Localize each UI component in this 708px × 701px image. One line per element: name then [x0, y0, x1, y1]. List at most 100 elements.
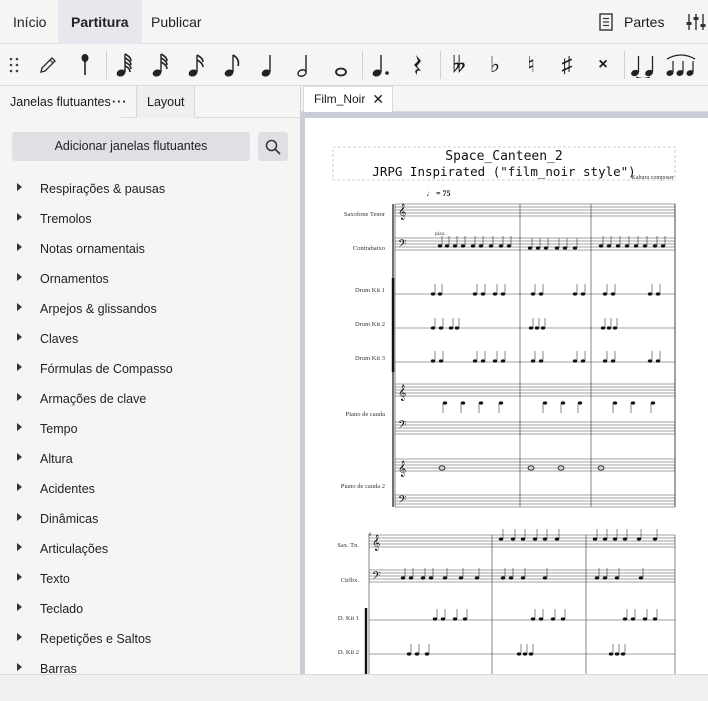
expand-arrow-icon[interactable]	[17, 423, 22, 431]
dotted-note-icon[interactable]	[364, 48, 398, 82]
parts-label: Partes	[624, 14, 665, 30]
64th-note-icon[interactable]	[108, 48, 142, 82]
pencil-icon[interactable]	[31, 48, 65, 82]
note-head	[500, 576, 506, 580]
expand-arrow-icon[interactable]	[17, 633, 22, 641]
palette-item-label: Notas ornamentais	[40, 242, 145, 256]
close-icon[interactable]: ✕	[372, 87, 384, 111]
sharp-icon[interactable]: ♯	[550, 48, 584, 82]
expand-arrow-icon[interactable]	[17, 543, 22, 551]
note-head	[437, 244, 443, 248]
palette-item[interactable]: Dinâmicas	[0, 504, 300, 534]
note-head	[437, 292, 443, 296]
toolbar-divider	[624, 51, 625, 79]
score-subtitle[interactable]: JRPG Inspirated ("film_noir style")	[372, 164, 635, 179]
expand-arrow-icon[interactable]	[17, 573, 22, 581]
note-head	[550, 617, 556, 621]
parts-button[interactable]: Partes	[598, 0, 664, 44]
palette-item[interactable]: Repetições e Saltos	[0, 624, 300, 654]
expand-arrow-icon[interactable]	[17, 453, 22, 461]
slur-icon[interactable]	[664, 48, 698, 82]
note-head	[532, 537, 538, 541]
mixer-button[interactable]	[686, 0, 706, 44]
natural-icon[interactable]: ♮	[514, 48, 548, 82]
tie-icon[interactable]	[626, 48, 660, 82]
palette-item[interactable]: Respirações & pausas	[0, 174, 300, 204]
score-title[interactable]: Space_Canteen_2	[445, 149, 562, 164]
expand-arrow-icon[interactable]	[17, 483, 22, 491]
flat-icon[interactable]: ♭	[478, 48, 512, 82]
tab-inicio[interactable]: Início	[0, 0, 59, 44]
note-head	[652, 617, 658, 621]
staff-label: Sax. Tn.	[337, 542, 359, 549]
status-bar	[0, 674, 708, 701]
document-tab-film-noir[interactable]: Film_Noir ✕	[303, 86, 393, 112]
palette-item[interactable]: Armações de clave	[0, 384, 300, 414]
palette-item[interactable]: Claves	[0, 324, 300, 354]
expand-arrow-icon[interactable]	[17, 183, 22, 191]
note-head	[592, 537, 598, 541]
palette-item[interactable]: Teclado	[0, 594, 300, 624]
expand-arrow-icon[interactable]	[17, 663, 22, 671]
staff-label: Contrabaixo	[353, 245, 385, 252]
note-head	[460, 401, 466, 405]
note-head	[438, 359, 444, 363]
score-composer[interactable]: Kabura composer	[632, 175, 674, 181]
expand-arrow-icon[interactable]	[17, 393, 22, 401]
whole-note-icon[interactable]	[324, 48, 358, 82]
note-head	[478, 244, 484, 248]
parts-icon	[599, 13, 613, 31]
palette-search-button[interactable]	[258, 132, 288, 161]
palette-item[interactable]: Arpejos & glissandos	[0, 294, 300, 324]
tab-publicar[interactable]: Publicar	[138, 0, 215, 44]
eighth-note-icon[interactable]	[216, 48, 250, 82]
palette-item[interactable]: Altura	[0, 444, 300, 474]
expand-arrow-icon[interactable]	[17, 243, 22, 251]
expand-arrow-icon[interactable]	[17, 273, 22, 281]
note-head	[542, 576, 548, 580]
score-page[interactable]: Space_Canteen_2 JRPG Inspirated ("film_n…	[305, 118, 708, 674]
palette-item[interactable]: Tempo	[0, 414, 300, 444]
palette-item[interactable]: Notas ornamentais	[0, 234, 300, 264]
half-note-icon[interactable]	[288, 48, 322, 82]
staff-label: Ctrlbx.	[341, 577, 360, 584]
tab-partitura[interactable]: Partitura	[58, 0, 142, 44]
palette-item-label: Teclado	[40, 602, 84, 616]
expand-arrow-icon[interactable]	[17, 333, 22, 341]
expand-arrow-icon[interactable]	[17, 363, 22, 371]
palette-item[interactable]: Fórmulas de Compasso	[0, 354, 300, 384]
tempo-marking[interactable]: ♩ = 75	[426, 189, 451, 198]
add-palettes-button[interactable]: Adicionar janelas flutuantes	[12, 132, 250, 161]
double-sharp-icon[interactable]: ×	[586, 48, 620, 82]
expand-arrow-icon[interactable]	[17, 213, 22, 221]
panel-menu-button[interactable]: ···	[102, 86, 138, 118]
palette-item[interactable]: Acidentes	[0, 474, 300, 504]
16th-note-icon[interactable]	[180, 48, 214, 82]
note-head	[406, 652, 412, 656]
palette-item[interactable]: Ornamentos	[0, 264, 300, 294]
note-head	[612, 401, 618, 405]
palette-item[interactable]: Articulações	[0, 534, 300, 564]
note-head	[438, 326, 444, 330]
palette-item-label: Ornamentos	[40, 272, 109, 286]
expand-arrow-icon[interactable]	[17, 303, 22, 311]
32nd-note-icon[interactable]	[144, 48, 178, 82]
palette-item[interactable]: Texto	[0, 564, 300, 594]
note-head	[488, 244, 494, 248]
note-head	[462, 617, 468, 621]
grip-icon[interactable]	[0, 48, 31, 82]
pizz-marking: pizz.	[435, 231, 446, 237]
note-head	[430, 326, 436, 330]
palette-item-label: Acidentes	[40, 482, 95, 496]
note-head	[452, 617, 458, 621]
double-flat-icon[interactable]: 𝄫	[442, 48, 476, 82]
palette-item[interactable]: Tremolos	[0, 204, 300, 234]
score-canvas[interactable]: Space_Canteen_2 JRPG Inspirated ("film_n…	[301, 112, 708, 674]
quarter-note-icon[interactable]	[252, 48, 286, 82]
pin-icon[interactable]	[68, 48, 102, 82]
expand-arrow-icon[interactable]	[17, 513, 22, 521]
toolbar-divider	[106, 51, 107, 79]
tab-layout[interactable]: Layout	[136, 86, 195, 118]
expand-arrow-icon[interactable]	[17, 603, 22, 611]
rest-icon[interactable]	[401, 48, 435, 82]
